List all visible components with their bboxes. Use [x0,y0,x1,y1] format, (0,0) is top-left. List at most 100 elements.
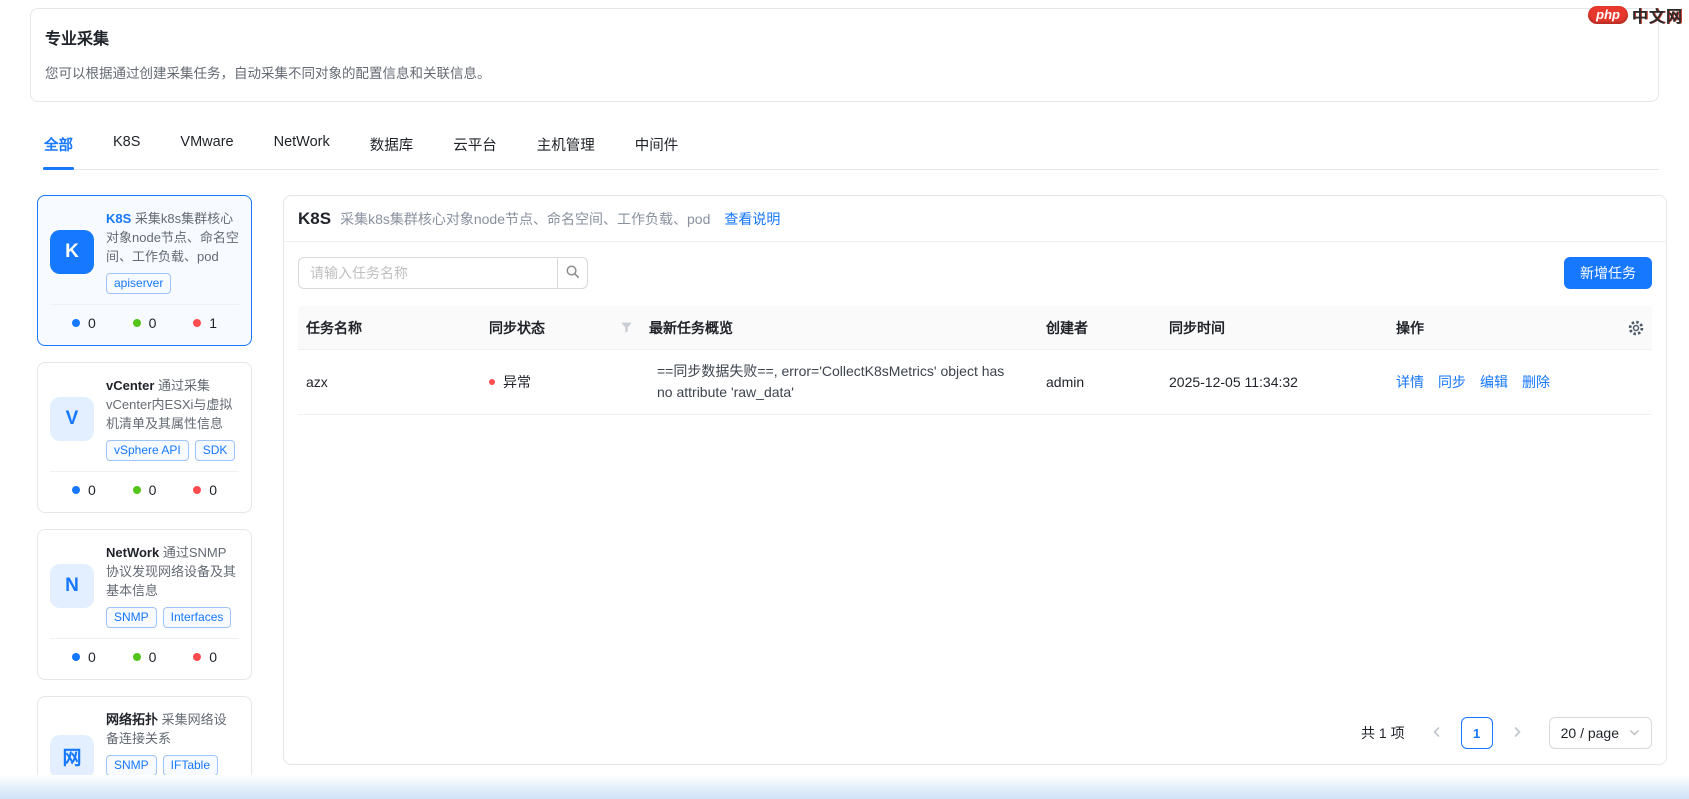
card-text: NetWork 通过SNMP协议发现网络设备及其基本信息 SNMP Interf… [106,543,239,628]
tab-k8s[interactable]: K8S [112,132,141,169]
card-divider [50,638,239,639]
stat-value: 0 [148,649,157,665]
card-top: N NetWork 通过SNMP协议发现网络设备及其基本信息 SNMP Inte… [50,543,239,628]
table-header-row: 任务名称 同步状态 最新任务概览 创建者 同步时间 操作 [298,306,1652,350]
error-dot-icon [489,379,495,385]
network-avatar: N [50,563,94,608]
tab-middleware[interactable]: 中间件 [634,132,680,169]
status-label: 异常 [503,374,531,390]
card-divider [50,471,239,472]
stat-running: 0 [72,482,96,498]
column-header-sync-status: 同步状态 [481,318,641,338]
task-table: 任务名称 同步状态 最新任务概览 创建者 同步时间 操作 azx 异常 ==同步… [298,306,1652,415]
stat-value: 0 [148,482,157,498]
card-tags: SNMP Interfaces [106,607,239,628]
stat-running: 0 [72,649,96,665]
card-title: 网络拓扑 [106,712,159,727]
filter-icon[interactable] [620,321,633,334]
view-help-link[interactable]: 查看说明 [724,209,780,229]
tag-sdk: SDK [194,440,236,461]
delete-link[interactable]: 删除 [1522,372,1550,392]
green-dot-icon [132,319,141,327]
column-header-actions: 操作 [1388,318,1652,338]
panel-description: 采集k8s集群核心对象node节点、命名空间、工作负载、pod [340,211,711,227]
stat-success: 0 [132,649,157,665]
tab-database[interactable]: 数据库 [369,132,415,169]
green-dot-icon [132,486,141,494]
page-header-card: 专业采集 您可以根据通过创建采集任务，自动采集不同对象的配置信息和关联信息。 [30,8,1659,102]
card-stats: 0 0 0 [50,482,239,500]
green-dot-icon [132,653,141,661]
column-header-label: 同步状态 [489,319,545,336]
page: php 中文网 专业采集 您可以根据通过创建采集任务，自动采集不同对象的配置信息… [0,0,1689,799]
settings-icon[interactable] [1628,320,1644,336]
panel-header: K8S 采集k8s集群核心对象node节点、命名空间、工作负载、pod 查看说明 [284,196,1666,242]
collector-card-topology[interactable]: 网 网络拓扑 采集网络设备连接关系 SNMP IFTable ARP [37,696,252,775]
blue-dot-icon [72,319,80,327]
card-stats: 0 0 0 [50,649,239,667]
panel-spacer [284,415,1666,717]
collector-card-k8s[interactable]: K K8S 采集k8s集群核心对象node节点、命名空间、工作负载、pod ap… [37,195,252,346]
stat-error: 1 [193,315,217,331]
search-button[interactable] [557,257,588,289]
detail-link[interactable]: 详情 [1396,372,1424,392]
page-size-value: 20 / page [1560,725,1619,741]
cell-sync-status: 异常 [481,372,641,392]
blue-dot-icon [72,653,80,661]
php-logo-icon: php [1588,6,1628,24]
pagination-total: 共 1 项 [1361,725,1405,741]
next-page-button[interactable] [1501,717,1533,749]
tab-host[interactable]: 主机管理 [536,132,596,169]
k8s-avatar: K [50,229,94,274]
add-task-button[interactable]: 新增任务 [1564,257,1652,289]
tab-vmware[interactable]: VMware [179,132,234,169]
card-divider [50,304,239,305]
collector-card-vcenter[interactable]: V vCenter 通过采集vCenter内ESXi与虚拟机清单及其属性信息 v… [37,362,252,513]
search-group [298,257,588,289]
card-description: vCenter 通过采集vCenter内ESXi与虚拟机清单及其属性信息 [106,376,239,433]
edit-link[interactable]: 编辑 [1480,372,1508,392]
card-stats: 0 0 1 [50,315,239,333]
card-tags: apiserver [106,273,239,294]
card-tags: vSphere API SDK [106,440,239,461]
stat-error: 0 [193,482,217,498]
row-actions: 详情 同步 编辑 删除 [1396,372,1550,392]
tag-snmp: SNMP [106,755,157,775]
tab-cloud[interactable]: 云平台 [452,132,498,169]
chevron-left-icon [1431,726,1443,741]
page-subtitle: 您可以根据通过创建采集任务，自动采集不同对象的配置信息和关联信息。 [45,66,491,81]
prev-page-button[interactable] [1421,717,1453,749]
card-description: K8S 采集k8s集群核心对象node节点、命名空间、工作负载、pod [106,209,239,266]
sync-link[interactable]: 同步 [1438,372,1466,392]
red-dot-icon [193,653,202,661]
card-description: 网络拓扑 采集网络设备连接关系 [106,710,239,748]
page-title: 专业采集 [45,31,110,48]
tab-all[interactable]: 全部 [43,132,74,170]
card-description: NetWork 通过SNMP协议发现网络设备及其基本信息 [106,543,239,600]
stat-value: 0 [209,649,217,665]
tab-network[interactable]: NetWork [273,132,331,169]
stat-success: 0 [132,482,157,498]
column-header-label: 操作 [1396,319,1424,336]
cell-actions: 详情 同步 编辑 删除 [1388,372,1652,392]
red-dot-icon [193,486,202,494]
content-area: K K8S 采集k8s集群核心对象node节点、命名空间、工作负载、pod ap… [37,195,1667,775]
page-number-1[interactable]: 1 [1460,717,1493,749]
stat-value: 0 [148,315,157,331]
cell-creator: admin [1046,374,1085,390]
site-watermark: php 中文网 [1588,3,1683,27]
stat-value: 0 [209,482,217,498]
task-panel: K8S 采集k8s集群核心对象node节点、命名空间、工作负载、pod 查看说明 [283,195,1667,765]
tag-snmp: SNMP [106,607,157,628]
search-input[interactable] [298,257,557,289]
column-header-creator: 创建者 [1046,319,1088,336]
stat-value: 1 [209,315,217,331]
panel-title: K8S [298,209,332,228]
card-title: vCenter [106,378,155,393]
vcenter-avatar: V [50,396,94,441]
collector-card-network[interactable]: N NetWork 通过SNMP协议发现网络设备及其基本信息 SNMP Inte… [37,529,252,680]
toolbar: 新增任务 [284,242,1666,306]
card-top: K K8S 采集k8s集群核心对象node节点、命名空间、工作负载、pod ap… [50,209,239,294]
cell-latest-summary: ==同步数据失败==, error='CollectK8sMetrics' ob… [641,350,1038,414]
page-size-select[interactable]: 20 / page [1548,717,1652,749]
